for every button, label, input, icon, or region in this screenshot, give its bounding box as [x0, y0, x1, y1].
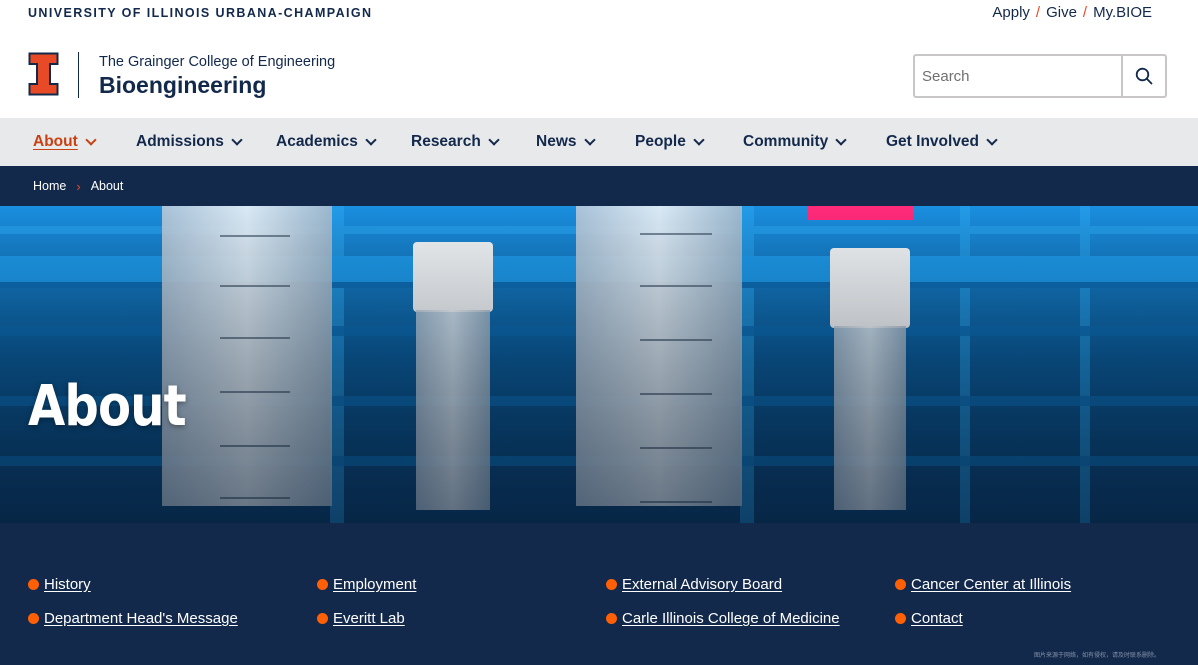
block-i-logo-icon[interactable]: [28, 52, 59, 96]
bullet-icon: [28, 613, 39, 624]
department-name[interactable]: Bioengineering: [99, 72, 266, 99]
link-history[interactable]: History: [28, 576, 91, 593]
nav-item-label: Get Involved: [886, 133, 980, 150]
page-title: About: [28, 374, 187, 439]
chevron-down-icon: [693, 134, 705, 146]
link-carle-illinois[interactable]: Carle Illinois College of Medicine: [606, 610, 840, 627]
image-watermark: 图片来源于网络，如有侵权，请及时联系删除。: [1033, 653, 1160, 659]
nav-item-label: Admissions: [136, 133, 224, 150]
bullet-icon: [317, 613, 328, 624]
nav-item-label: People: [635, 133, 686, 150]
link-label: Contact: [911, 610, 963, 627]
bullet-icon: [606, 613, 617, 624]
nav-item-label: Academics: [276, 133, 358, 150]
hero-banner: About: [0, 206, 1198, 523]
site-header: The Grainger College of Engineering Bioe…: [0, 30, 1198, 118]
link-everitt-lab[interactable]: Everitt Lab: [317, 610, 405, 627]
about-links-section: History Employment External Advisory Boa…: [0, 523, 1198, 665]
nav-item-research[interactable]: Research: [411, 118, 500, 166]
search-input[interactable]: [915, 56, 1121, 96]
bullet-icon: [895, 579, 906, 590]
chevron-down-icon: [488, 134, 500, 146]
lab-tubes-photo: [0, 206, 1198, 523]
search-icon: [1135, 67, 1153, 85]
chevron-down-icon: [365, 134, 377, 146]
nav-item-label: About: [33, 133, 78, 150]
bullet-icon: [606, 579, 617, 590]
nav-item-academics[interactable]: Academics: [276, 118, 377, 166]
separator: /: [1082, 4, 1088, 21]
mybioe-link[interactable]: My.BIOE: [1093, 4, 1152, 21]
bullet-icon: [28, 579, 39, 590]
chevron-down-icon: [986, 134, 998, 146]
breadcrumb: Home › About: [0, 166, 1198, 206]
search-box: [913, 54, 1167, 98]
chevron-down-icon: [231, 134, 243, 146]
university-wordmark[interactable]: UNIVERSITY OF ILLINOIS URBANA-CHAMPAIGN: [28, 6, 372, 20]
breadcrumb-home-link[interactable]: Home: [33, 179, 66, 193]
nav-item-people[interactable]: People: [635, 118, 705, 166]
link-employment[interactable]: Employment: [317, 576, 416, 593]
link-cancer-center[interactable]: Cancer Center at Illinois: [895, 576, 1071, 593]
link-external-advisory-board[interactable]: External Advisory Board: [606, 576, 782, 593]
nav-item-community[interactable]: Community: [743, 118, 847, 166]
link-label: Employment: [333, 576, 417, 593]
chevron-right-icon: ›: [76, 178, 81, 194]
nav-item-label: Research: [411, 133, 481, 150]
separator: /: [1035, 4, 1041, 21]
nav-item-get-involved[interactable]: Get Involved: [886, 118, 998, 166]
nav-item-admissions[interactable]: Admissions: [136, 118, 243, 166]
apply-link[interactable]: Apply: [992, 4, 1030, 21]
link-label: External Advisory Board: [622, 576, 783, 593]
main-nav: About Admissions Academics Research News…: [0, 118, 1198, 166]
bullet-icon: [317, 579, 328, 590]
link-contact[interactable]: Contact: [895, 610, 963, 627]
breadcrumb-current: About: [90, 179, 124, 193]
college-name[interactable]: The Grainger College of Engineering: [99, 54, 335, 70]
chevron-down-icon: [583, 134, 596, 146]
chevron-down-icon: [85, 134, 97, 146]
nav-item-about[interactable]: About: [33, 118, 97, 166]
link-department-head-message[interactable]: Department Head's Message: [28, 610, 238, 627]
link-label: Carle Illinois College of Medicine: [622, 610, 840, 627]
link-label: Cancer Center at Illinois: [911, 576, 1072, 593]
link-label: Everitt Lab: [333, 610, 405, 627]
give-link[interactable]: Give: [1046, 4, 1077, 21]
bullet-icon: [895, 613, 906, 624]
nav-item-label: News: [536, 133, 577, 150]
nav-item-news[interactable]: News: [536, 118, 596, 166]
search-button[interactable]: [1121, 56, 1165, 96]
chevron-down-icon: [835, 134, 847, 146]
link-label: Department Head's Message: [44, 610, 238, 627]
header-divider: [78, 52, 79, 98]
nav-item-label: Community: [743, 133, 829, 150]
link-label: History: [44, 576, 91, 593]
top-utility-bar: UNIVERSITY OF ILLINOIS URBANA-CHAMPAIGN …: [0, 0, 1198, 30]
utility-links: Apply / Give / My.BIOE: [992, 4, 1152, 21]
